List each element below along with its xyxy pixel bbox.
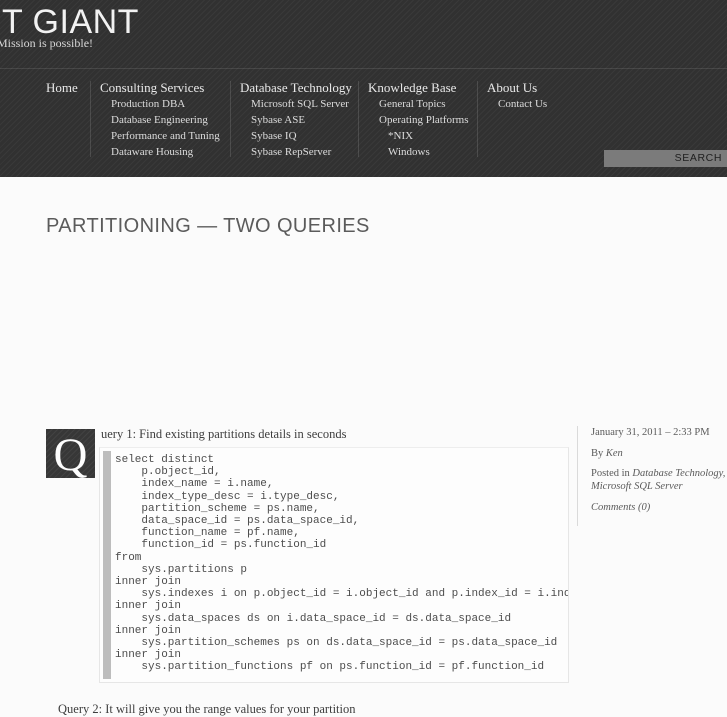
nav-column-consulting-services: Consulting Services Production DBA Datab… xyxy=(90,79,220,160)
nav-subitem-sybase-iq[interactable]: Sybase IQ xyxy=(240,128,352,144)
nav-item-consulting-services[interactable]: Consulting Services xyxy=(100,79,220,96)
site-tagline: Mission is possible! xyxy=(0,36,94,50)
site-header: IT GIANT Mission is possible! Home Consu… xyxy=(0,0,727,177)
search-form xyxy=(604,148,727,167)
sql-code: select distinct p.object_id, index_name … xyxy=(115,454,569,674)
code-scrollbar[interactable] xyxy=(103,451,111,679)
nav-subitem-performance-and-tuning[interactable]: Performance and Tuning xyxy=(100,128,220,144)
nav-subitem-microsoft-sql-server[interactable]: Microsoft SQL Server xyxy=(240,96,352,112)
article-closing-text: Query 2: It will give you the range valu… xyxy=(58,702,356,716)
entry-author: By Ken xyxy=(591,447,727,460)
article-content: PARTITIONING — TWO QUERIES Q uery 1: Fin… xyxy=(0,177,727,716)
nav-column-home: Home xyxy=(46,79,78,96)
site-branding: IT GIANT Mission is possible! xyxy=(0,0,727,68)
author-name[interactable]: Ken xyxy=(606,448,623,459)
article-intro-text: uery 1: Find existing partitions details… xyxy=(101,427,347,441)
nav-item-home[interactable]: Home xyxy=(46,79,78,96)
entry-comments-link[interactable]: Comments (0) xyxy=(591,501,727,514)
comments-label: Comments (0) xyxy=(591,502,651,513)
nav-subitem-operating-platforms[interactable]: Operating Platforms xyxy=(368,112,469,128)
search-input[interactable] xyxy=(604,149,727,167)
nav-item-knowledge-base[interactable]: Knowledge Base xyxy=(368,79,469,96)
nav-subitem-sybase-ase[interactable]: Sybase ASE xyxy=(240,112,352,128)
code-block[interactable]: select distinct p.object_id, index_name … xyxy=(99,447,569,683)
posted-prefix: Posted in xyxy=(591,468,633,479)
entry-date: January 31, 2011 – 2:33 PM xyxy=(591,427,710,438)
entry-categories: Posted in Database Technology, Microsoft… xyxy=(591,467,727,493)
nav-column-about-us: About Us Contact Us xyxy=(476,79,547,157)
nav-subitem-nix[interactable]: *NIX xyxy=(368,128,469,144)
nav-column-knowledge-base: Knowledge Base General Topics Operating … xyxy=(358,79,469,160)
nav-item-about-us[interactable]: About Us xyxy=(487,79,547,96)
nav-column-database-technology: Database Technology Microsoft SQL Server… xyxy=(230,79,352,160)
nav-subitem-contact-us[interactable]: Contact Us xyxy=(487,96,547,112)
nav-subitem-dataware-housing[interactable]: Dataware Housing xyxy=(100,144,220,160)
nav-subitem-production-dba[interactable]: Production DBA xyxy=(100,96,220,112)
author-prefix: By xyxy=(591,448,606,459)
entry-meta: January 31, 2011 – 2:33 PM By Ken Posted… xyxy=(577,426,727,526)
page-title: PARTITIONING — TWO QUERIES xyxy=(46,215,370,237)
nav-subitem-database-engineering[interactable]: Database Engineering xyxy=(100,112,220,128)
nav-subitem-sybase-repserver[interactable]: Sybase RepServer xyxy=(240,144,352,160)
nav-subitem-windows[interactable]: Windows xyxy=(368,144,469,160)
dropcap-letter: Q xyxy=(46,429,95,481)
nav-item-database-technology[interactable]: Database Technology xyxy=(240,79,352,96)
nav-subitem-general-topics[interactable]: General Topics xyxy=(368,96,469,112)
